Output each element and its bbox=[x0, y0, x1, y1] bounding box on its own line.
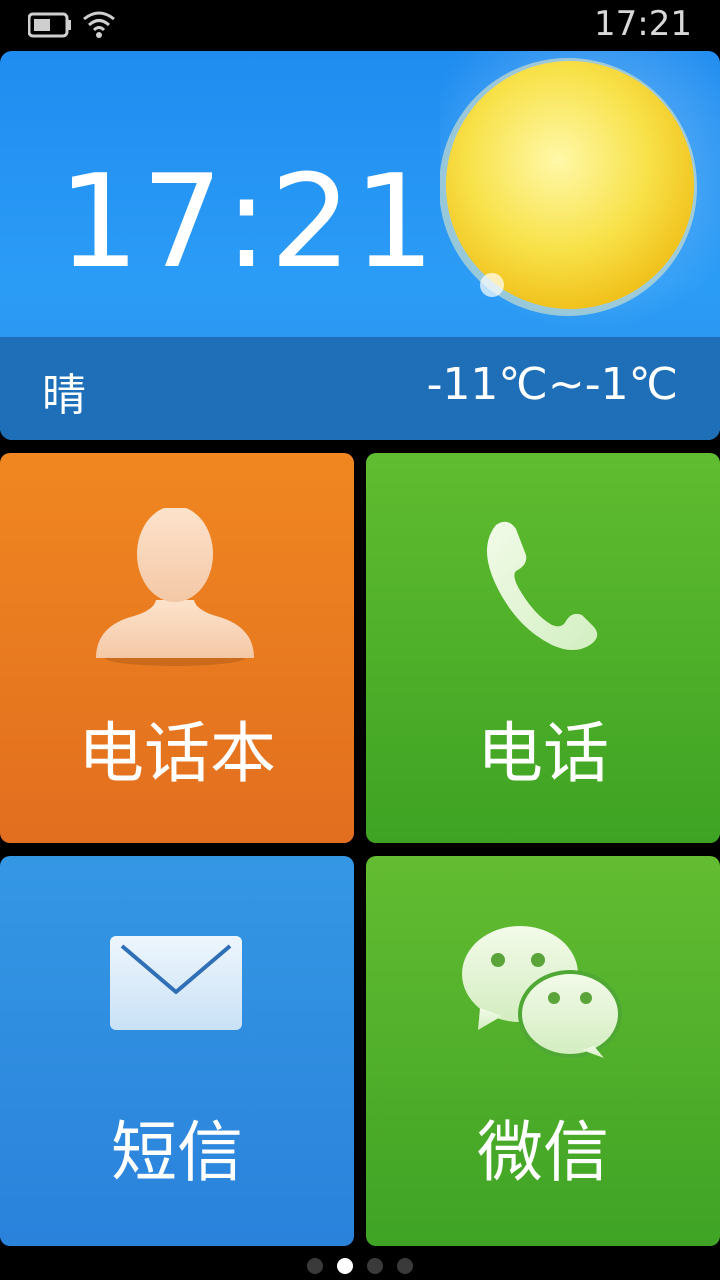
status-bar: 17:21 bbox=[0, 0, 720, 48]
page-indicator bbox=[0, 1258, 720, 1280]
page-dot-active[interactable] bbox=[337, 1258, 353, 1274]
temperature-range: -11℃~-1℃ bbox=[426, 359, 678, 410]
page-dot[interactable] bbox=[307, 1258, 323, 1274]
weather-info-bar: 晴 -11℃~-1℃ bbox=[0, 337, 720, 440]
sun-icon bbox=[440, 51, 720, 331]
tile-label-sms: 短信 bbox=[111, 1114, 243, 1191]
weather-condition: 晴 bbox=[42, 370, 86, 421]
page-dot[interactable] bbox=[367, 1258, 383, 1274]
contacts-tile[interactable]: 电话本 bbox=[0, 453, 354, 843]
phone-icon bbox=[487, 521, 598, 650]
wifi-icon bbox=[83, 11, 115, 38]
wechat-icon bbox=[462, 926, 622, 1058]
tile-label-wechat: 微信 bbox=[477, 1114, 609, 1191]
wechat-tile[interactable]: 微信 bbox=[366, 856, 720, 1246]
tile-label-contacts: 电话本 bbox=[78, 715, 276, 792]
envelope-icon bbox=[110, 936, 242, 1030]
phone-tile[interactable]: 电话 bbox=[366, 453, 720, 843]
weather-widget[interactable]: 17:21 晴 -11℃~-1℃ bbox=[0, 51, 720, 440]
contact-icon bbox=[96, 508, 254, 666]
clock-time: 17:21 bbox=[58, 148, 437, 297]
status-time: 17:21 bbox=[594, 4, 692, 44]
battery-icon bbox=[28, 12, 71, 38]
tile-label-phone: 电话 bbox=[477, 715, 609, 792]
sms-tile[interactable]: 短信 bbox=[0, 856, 354, 1246]
page-dot[interactable] bbox=[397, 1258, 413, 1274]
